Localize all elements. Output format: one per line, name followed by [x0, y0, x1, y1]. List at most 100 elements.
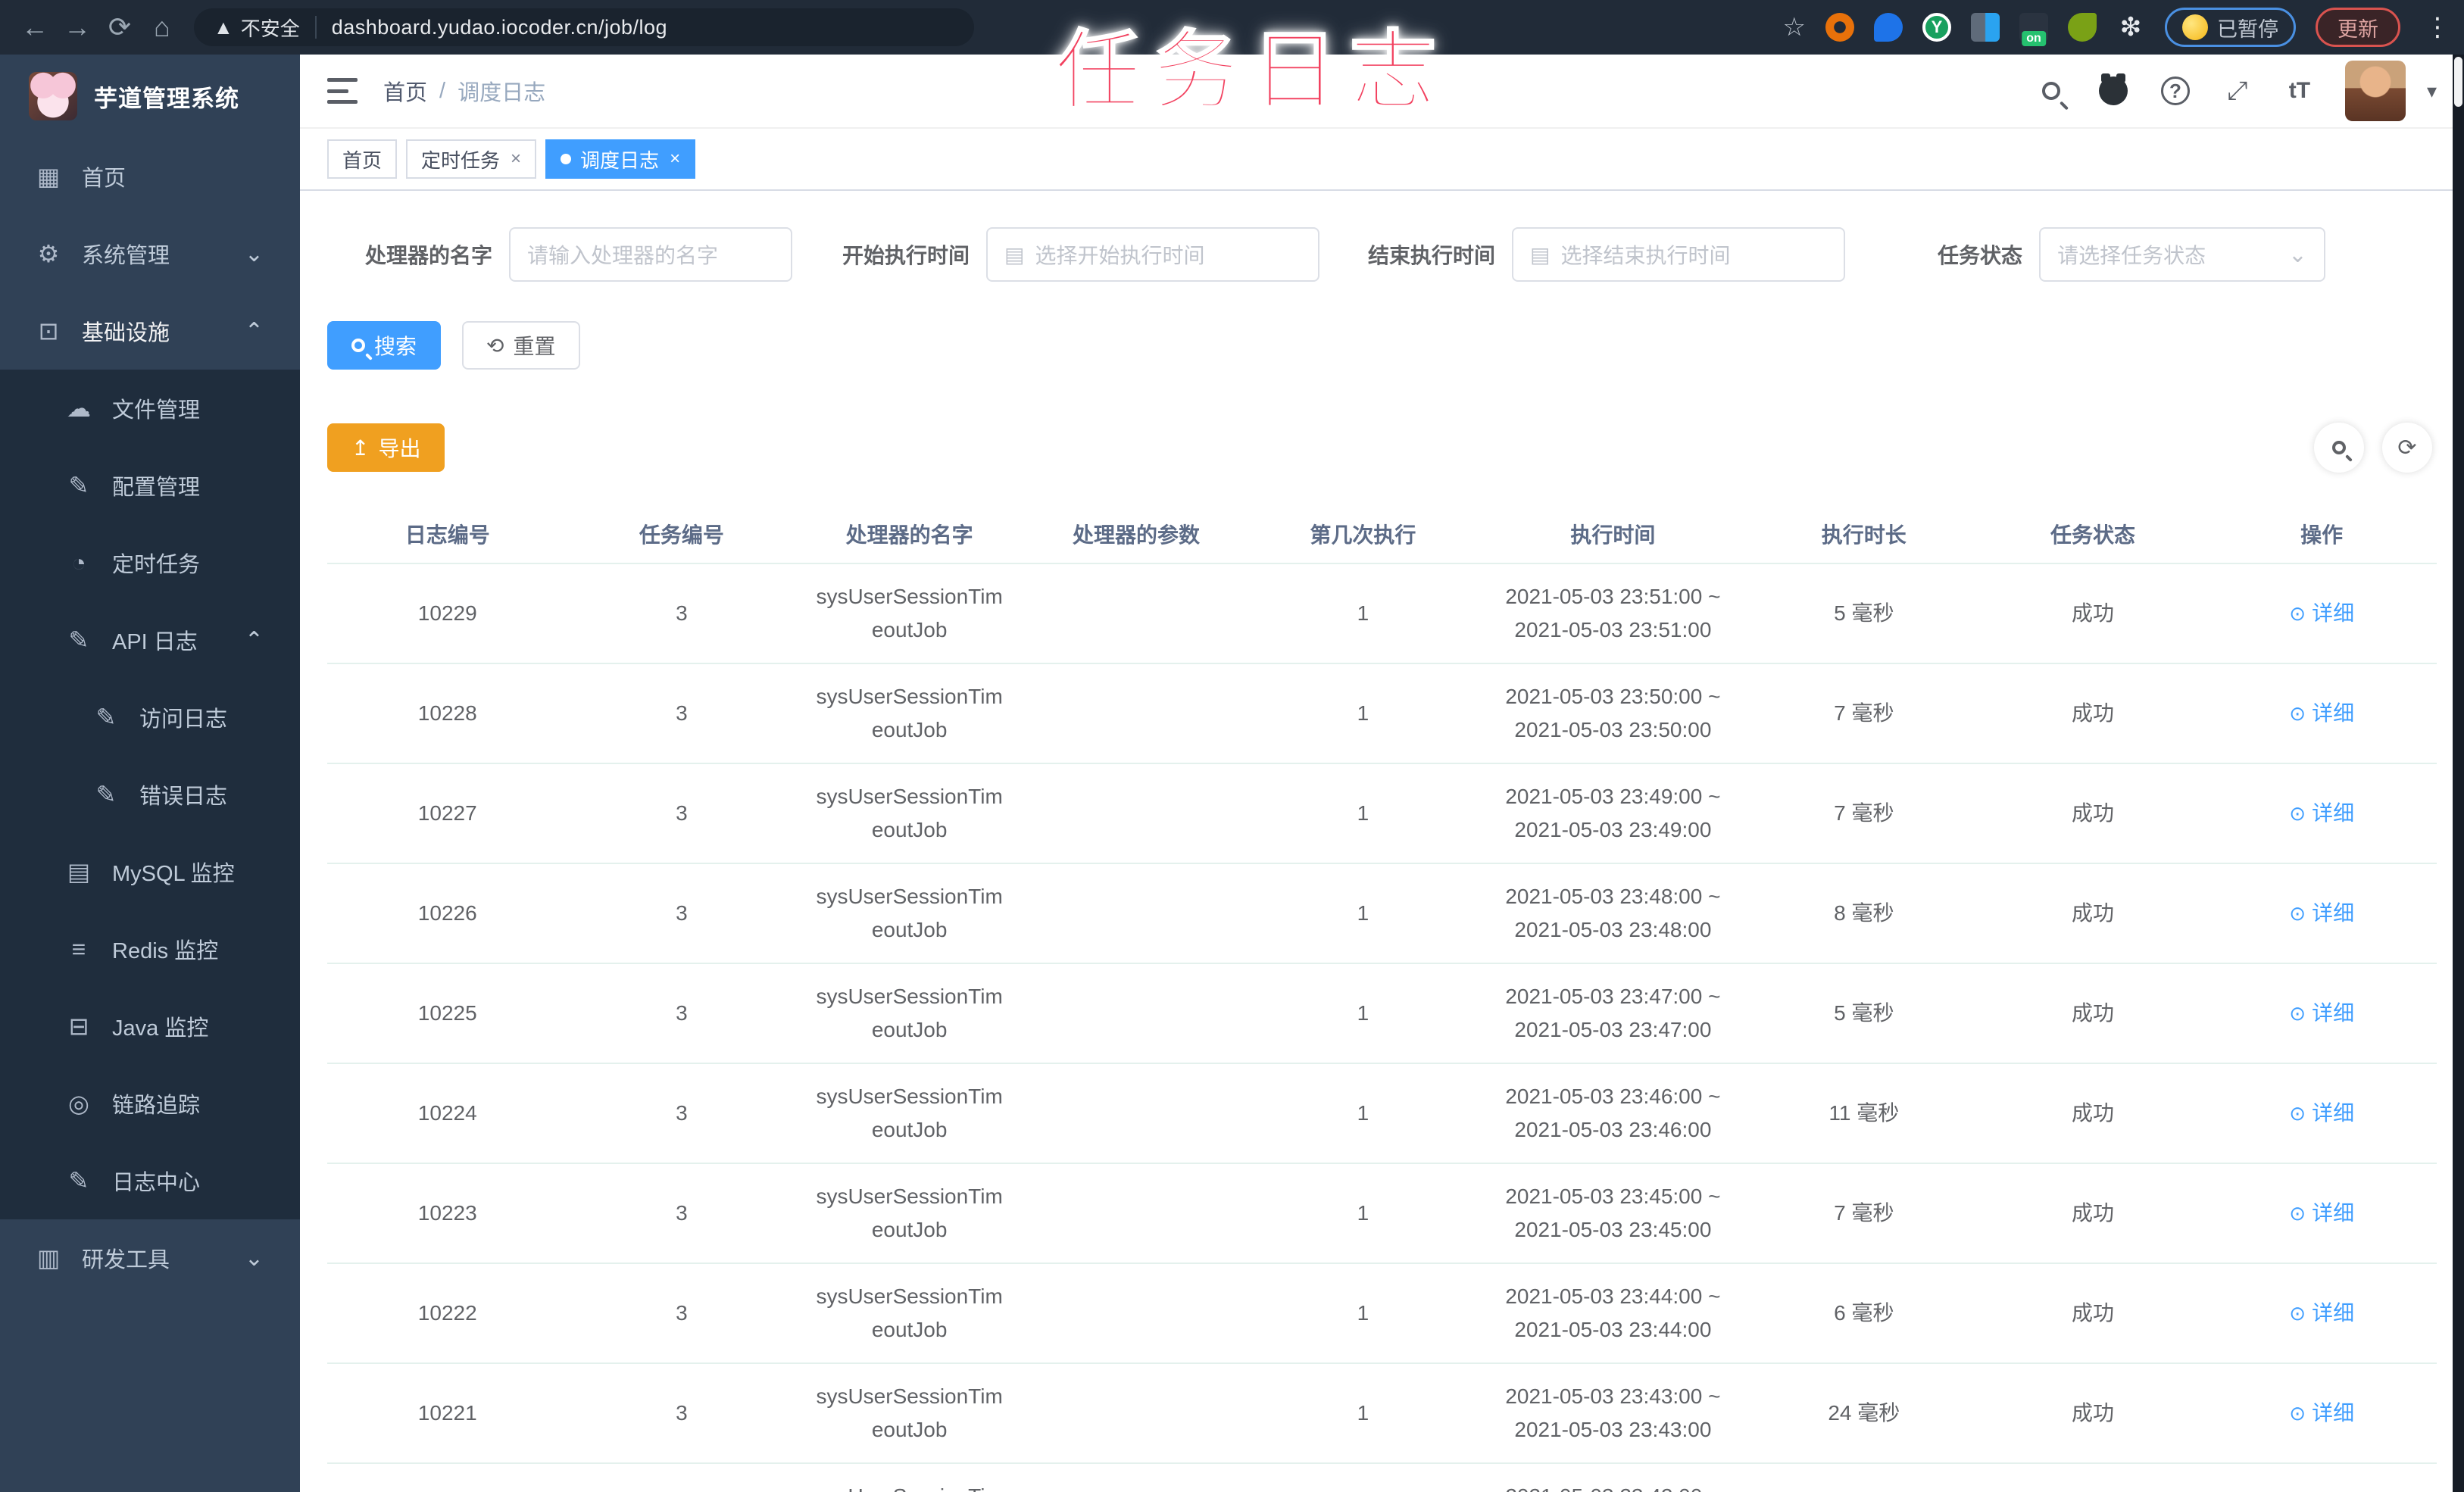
- sidebar-item-label: MySQL 监控: [112, 862, 235, 886]
- search-button[interactable]: 搜索: [327, 321, 442, 370]
- help-icon[interactable]: ?: [2159, 74, 2192, 108]
- sidebar-item-java[interactable]: ⊟ Java 监控: [0, 988, 300, 1065]
- bookmark-star-icon[interactable]: ☆: [1783, 12, 1806, 42]
- user-avatar[interactable]: [2344, 61, 2406, 121]
- breadcrumb: 首页 / 调度日志: [383, 75, 545, 107]
- browser-forward-icon[interactable]: →: [56, 6, 98, 48]
- handler-name-label: 处理器的名字: [365, 244, 493, 267]
- extension-icon[interactable]: [1971, 13, 2000, 42]
- handler-name-input[interactable]: 请输入处理器的名字: [509, 227, 793, 282]
- sidebar-item-label: 定时任务: [112, 553, 201, 577]
- cell-exec-time: 2021-05-03 23:48:00 ~2021-05-03 23:48:00: [1476, 863, 1750, 964]
- close-icon[interactable]: ×: [670, 148, 680, 170]
- sidebar-item-error-log[interactable]: ✎ 错误日志: [0, 756, 300, 833]
- extension-icon[interactable]: [1874, 13, 1903, 42]
- cell-handler-name: sysUserSessionTimeoutJob: [795, 763, 1024, 864]
- sidebar-item-file[interactable]: ☁ 文件管理: [0, 370, 300, 447]
- end-time-picker[interactable]: ▤ 选择结束执行时间: [1512, 227, 1846, 282]
- sidebar: 芋道管理系统 ▦ 首页 ⚙ 系统管理 ⌄ ⊡ 基础设施 ⌃ ☁ 文件管理 ✎ 配置管理 ◔ 定时任务 ✎ AP…: [0, 55, 300, 1492]
- window-scrollbar[interactable]: [2453, 55, 2464, 1492]
- extension-icon[interactable]: [2068, 13, 2097, 42]
- detail-link[interactable]: ⊙ 详细: [2289, 897, 2354, 930]
- search-icon: [2332, 441, 2346, 454]
- cell-handler-param: [1023, 963, 1249, 1064]
- browser-reload-icon[interactable]: ⟳: [98, 6, 141, 48]
- log-icon: ✎: [95, 704, 117, 731]
- table-body: 10229 3 sysUserSessionTim eoutJob 1 2021-05-0…: [327, 563, 2437, 1492]
- detail-link[interactable]: ⊙ 详细: [2289, 797, 2354, 830]
- font-size-icon[interactable]: tT: [2283, 74, 2316, 108]
- sidebar-item-api-log[interactable]: ✎ API 日志 ⌃: [0, 601, 300, 679]
- cell-handler-param: [1023, 1463, 1249, 1492]
- job-status-select[interactable]: 请选择任务状态 ⌄: [2039, 227, 2326, 282]
- url-bar[interactable]: ▲ 不安全 dashboard.yudao.iocoder.cn/job/log: [194, 8, 974, 46]
- sidebar-item-infra[interactable]: ⊡ 基础设施 ⌃: [0, 292, 300, 370]
- cell-log-id: 10227: [327, 763, 568, 864]
- cell-handler-name: sysUserSessionTimeoutJob: [795, 1163, 1024, 1264]
- column-header: 执行时间: [1476, 504, 1750, 564]
- detail-link[interactable]: ⊙ 详细: [2289, 1297, 2354, 1330]
- eye-icon: ◎: [68, 1090, 89, 1117]
- sidebar-item-tracer[interactable]: ◎ 链路追踪: [0, 1065, 300, 1142]
- sidebar-item-access-log[interactable]: ✎ 访问日志: [0, 679, 300, 756]
- scrollbar-thumb[interactable]: [2454, 57, 2462, 107]
- browser-back-icon[interactable]: ←: [14, 6, 56, 48]
- tab-label: 首页: [342, 148, 383, 172]
- extension-icon[interactable]: on: [2019, 13, 2048, 46]
- extension-icon[interactable]: Y: [1922, 13, 1951, 42]
- sidebar-toggle-icon[interactable]: [327, 78, 358, 104]
- app-logo-row[interactable]: 芋道管理系统: [0, 55, 300, 138]
- column-header: 日志编号: [327, 504, 568, 564]
- breadcrumb-home[interactable]: 首页: [383, 75, 427, 107]
- detail-link[interactable]: ⊙ 详细: [2289, 597, 2354, 630]
- column-header: 操作: [2206, 504, 2437, 564]
- paused-badge[interactable]: 已暂停: [2165, 8, 2296, 47]
- extension-icon[interactable]: [1825, 13, 1854, 42]
- sidebar-item-job[interactable]: ◔ 定时任务: [0, 524, 300, 601]
- timer-icon: ◔: [71, 548, 86, 576]
- browser-home-icon[interactable]: ⌂: [141, 6, 183, 48]
- detail-link[interactable]: ⊙ 详细: [2289, 1097, 2354, 1130]
- cell-log-id: 10223: [327, 1163, 568, 1264]
- sidebar-item-home[interactable]: ▦ 首页: [0, 138, 300, 215]
- tab-job-log[interactable]: 调度日志 ×: [545, 139, 696, 179]
- refresh-table-button[interactable]: ⟳: [2382, 423, 2432, 473]
- sidebar-item-redis[interactable]: ≡ Redis 监控: [0, 910, 300, 988]
- browser-update-button[interactable]: 更新: [2316, 8, 2400, 47]
- cell-job-id: 3: [567, 563, 796, 664]
- extensions-puzzle-icon[interactable]: ❇: [2116, 13, 2145, 42]
- detail-link[interactable]: ⊙ 详细: [2289, 1397, 2354, 1430]
- toolbox-icon: ▥: [36, 1244, 61, 1272]
- chevron-down-icon[interactable]: ▾: [2427, 80, 2437, 103]
- refresh-icon: ⟲: [486, 333, 504, 357]
- main-area: 首页 / 调度日志 ? ⤢ tT ▾ 首页 定时任务 × 调度日志 × 处理器的名字 请…: [300, 55, 2464, 1492]
- browser-menu-icon[interactable]: ⋮: [2425, 12, 2450, 42]
- detail-link[interactable]: ⊙ 详细: [2289, 1197, 2354, 1230]
- sidebar-item-tools[interactable]: ▥ 研发工具 ⌄: [0, 1219, 300, 1297]
- cell-exec-time: 2021-05-03 23:51:00 ~2021-05-03 23:51:00: [1476, 563, 1750, 664]
- reset-button[interactable]: ⟲ 重置: [462, 321, 580, 370]
- table-row: 10226 3 sysUserSessionTim eoutJob 1 2021-05-0…: [327, 863, 2437, 964]
- cell-job-id: 3: [567, 763, 796, 864]
- close-icon[interactable]: ×: [511, 148, 521, 170]
- toggle-search-button[interactable]: [2314, 423, 2364, 473]
- export-button[interactable]: ↥ 导出: [327, 423, 445, 472]
- sidebar-item-config[interactable]: ✎ 配置管理: [0, 447, 300, 524]
- gear-icon: ⚙: [37, 240, 60, 267]
- search-icon[interactable]: [2035, 74, 2068, 108]
- sidebar-item-mysql[interactable]: ▤ MySQL 监控: [0, 833, 300, 910]
- sidebar-item-log-center[interactable]: ✎ 日志中心: [0, 1142, 300, 1219]
- screen-icon: ⊟: [68, 1013, 89, 1040]
- cell-status: 成功: [1978, 563, 2207, 664]
- tab-home[interactable]: 首页: [327, 139, 398, 179]
- github-icon[interactable]: [2097, 73, 2130, 108]
- fullscreen-icon[interactable]: ⤢: [2221, 74, 2254, 108]
- sidebar-item-system[interactable]: ⚙ 系统管理 ⌄: [0, 215, 300, 292]
- begin-time-label: 开始执行时间: [842, 244, 970, 267]
- cell-job-id: 3: [567, 1263, 796, 1364]
- detail-link[interactable]: ⊙ 详细: [2289, 697, 2354, 730]
- begin-time-picker[interactable]: ▤ 选择开始执行时间: [986, 227, 1320, 282]
- eye-icon: ⊙: [2289, 802, 2306, 825]
- tab-job[interactable]: 定时任务 ×: [406, 139, 537, 179]
- detail-link[interactable]: ⊙ 详细: [2289, 997, 2354, 1030]
